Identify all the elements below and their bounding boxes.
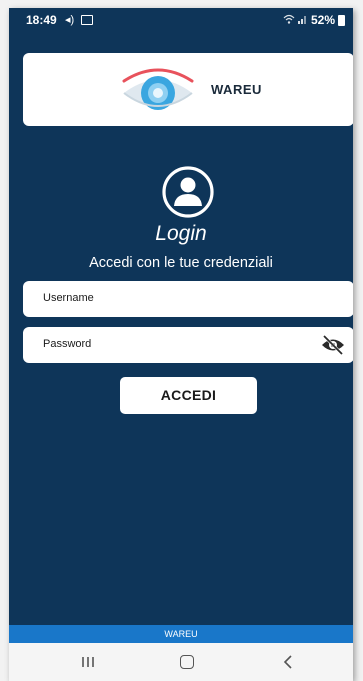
- username-field[interactable]: Username: [23, 281, 353, 317]
- status-time: 18:49: [26, 13, 57, 27]
- password-field[interactable]: Password: [23, 327, 353, 363]
- username-label: Username: [43, 292, 94, 304]
- status-bar: 18:49 ◂) 52%: [9, 8, 353, 34]
- logo-name: WAREU: [211, 82, 262, 97]
- logo-card: WAREU: [23, 53, 353, 126]
- login-title: Login: [155, 222, 207, 245]
- image-icon: [81, 15, 94, 26]
- volume-icon: ◂): [65, 14, 75, 26]
- wifi-icon: [283, 14, 295, 27]
- signal-icon: [297, 14, 308, 27]
- battery-icon: [338, 14, 345, 26]
- password-label: Password: [43, 338, 92, 350]
- accedi-button[interactable]: ACCEDI: [120, 377, 257, 414]
- battery-percent: 52%: [310, 13, 335, 27]
- eye-off-icon[interactable]: [321, 334, 345, 356]
- system-nav-bar: [9, 643, 353, 681]
- app-screen: 18:49 ◂) 52% WAREU Login Accedi con le t…: [9, 8, 353, 681]
- home-icon[interactable]: [180, 655, 194, 669]
- eye-logo-icon: [122, 68, 194, 110]
- status-right: 52%: [283, 13, 345, 27]
- back-icon[interactable]: [282, 653, 294, 671]
- footer-bar: WAREU: [9, 625, 353, 643]
- user-circle-icon: [162, 166, 214, 218]
- login-subtitle: Accedi con le tue credenziali: [89, 255, 273, 271]
- recents-icon[interactable]: [81, 655, 95, 669]
- status-left-icons: ◂): [65, 13, 97, 26]
- screenshot-frame: 18:49 ◂) 52% WAREU Login Accedi con le t…: [0, 0, 363, 681]
